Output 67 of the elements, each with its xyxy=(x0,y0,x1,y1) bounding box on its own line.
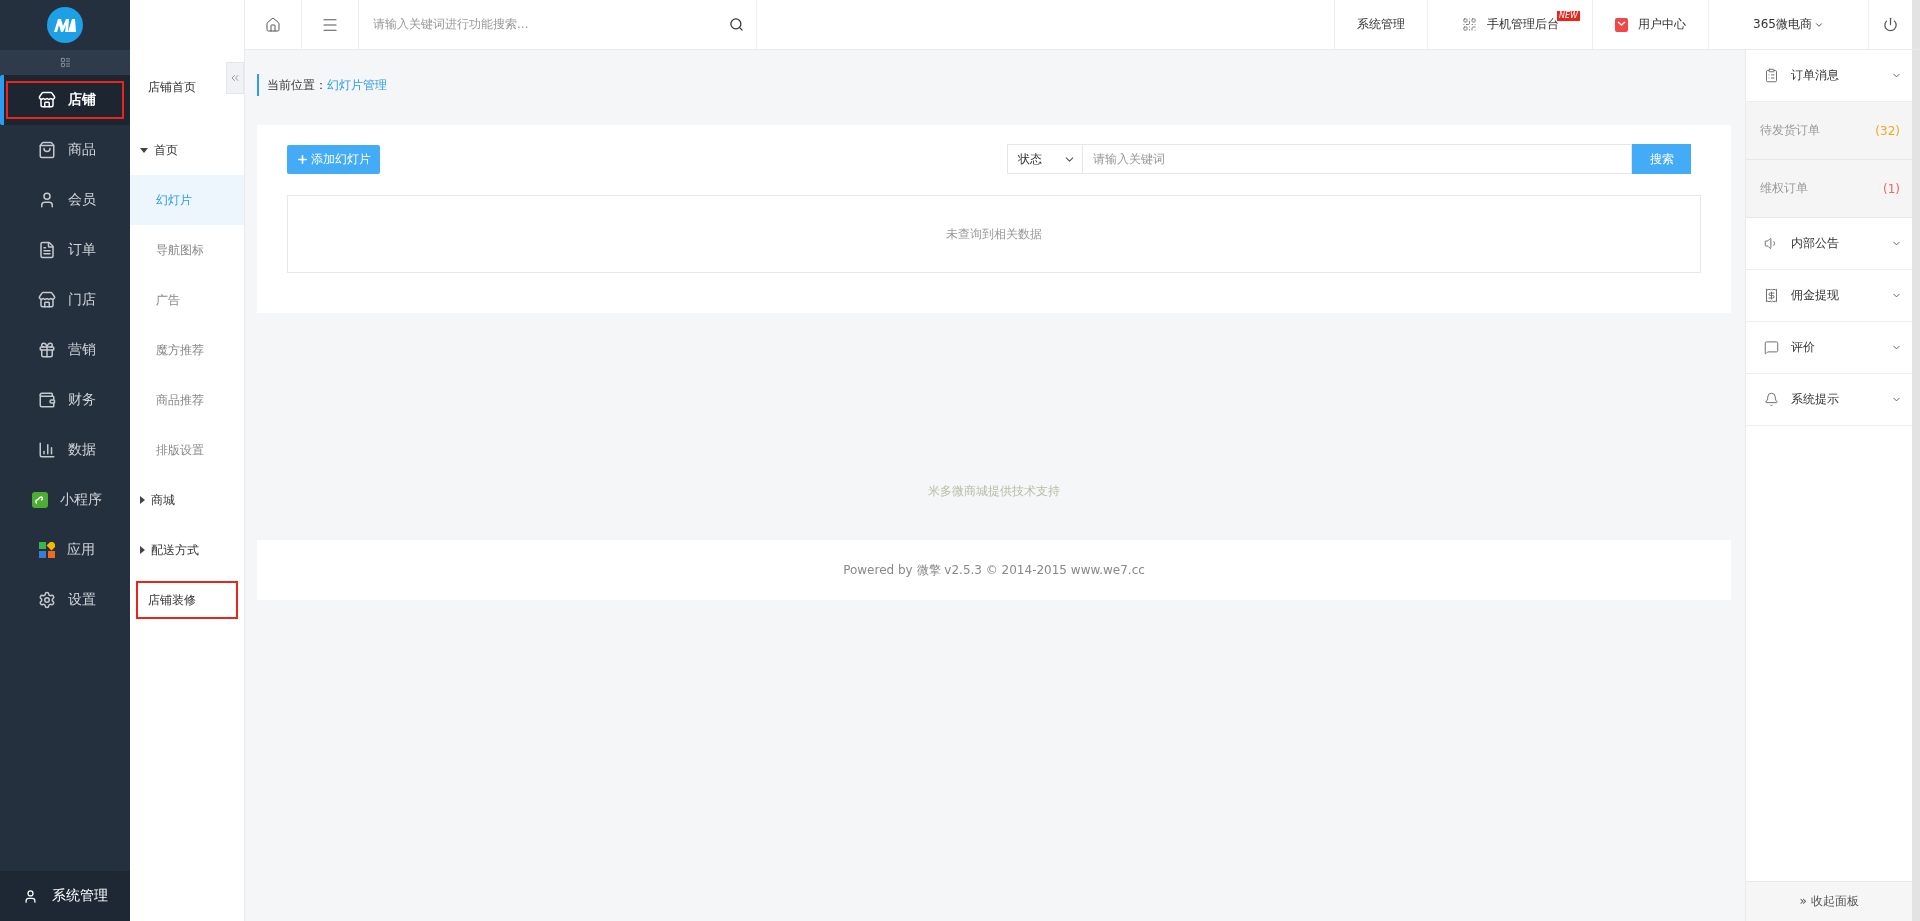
nav-item[interactable]: 设置 xyxy=(0,575,130,625)
bag-icon xyxy=(1615,17,1628,32)
menu-item[interactable]: 排版设置 xyxy=(130,425,244,475)
header-link[interactable]: 系统管理 xyxy=(1334,0,1427,49)
new-badge: NEW xyxy=(1557,11,1580,21)
panel-section[interactable]: 佣金提现 xyxy=(1746,270,1912,322)
keyword-field[interactable]: 请输入关键词 xyxy=(1083,144,1632,174)
home-icon xyxy=(265,16,281,33)
status-select[interactable]: 状态 xyxy=(1007,144,1083,174)
menu-group[interactable]: 首页 xyxy=(130,125,244,175)
header-link[interactable]: 用户中心 xyxy=(1592,0,1708,49)
power-icon xyxy=(1883,17,1898,32)
menu-group[interactable]: 商城 xyxy=(130,475,244,525)
menu-item[interactable]: 广告 xyxy=(130,275,244,325)
logo-icon xyxy=(47,7,83,43)
nav-item[interactable]: 商品 xyxy=(0,125,130,175)
nav-item[interactable]: 营销 xyxy=(0,325,130,375)
nav-item[interactable]: 应用 xyxy=(0,525,130,575)
caret-icon xyxy=(140,496,145,504)
menu-item[interactable]: 魔方推荐 xyxy=(130,325,244,375)
plus-icon xyxy=(296,152,309,166)
menu-group[interactable]: 配送方式 xyxy=(130,525,244,575)
breadcrumb-label: 当前位置： xyxy=(267,76,327,94)
menu-item[interactable]: 导航图标 xyxy=(130,225,244,275)
empty-table: 未查询到相关数据 xyxy=(287,195,1701,273)
tiles-icon xyxy=(39,542,55,558)
qr-code-icon xyxy=(1461,17,1477,32)
store-icon xyxy=(38,91,56,109)
header-link[interactable]: 365微电商 xyxy=(1708,0,1868,49)
subnav-title: 店铺首页 xyxy=(148,79,196,96)
nav-item[interactable]: 门店 xyxy=(0,275,130,325)
caret-icon xyxy=(140,147,148,153)
person-icon xyxy=(38,191,56,209)
nav-item[interactable]: 订单 xyxy=(0,225,130,275)
count-text: (32) xyxy=(1875,123,1900,138)
receipt-icon xyxy=(1764,288,1779,303)
nav-item[interactable]: 会员 xyxy=(0,175,130,225)
footer-text: Powered by 微擎 v2.5.3 © 2014-2015 www.we7.cc xyxy=(257,540,1731,600)
system-admin-item[interactable]: 系统管理 xyxy=(0,871,130,921)
bell-icon xyxy=(1764,392,1779,407)
collapse-icon[interactable] xyxy=(59,57,71,68)
collapse-panel-button[interactable]: » 收起面板 xyxy=(1746,881,1912,921)
menu-item[interactable]: 店铺装修 xyxy=(130,575,244,625)
shopfront-icon xyxy=(38,291,56,309)
collapse-button[interactable] xyxy=(226,61,244,94)
panel-section[interactable]: 评价 xyxy=(1746,322,1912,374)
panel-section[interactable]: 系统提示 xyxy=(1746,374,1912,426)
gift-icon xyxy=(38,341,56,359)
panel-section[interactable]: 内部公告 xyxy=(1746,218,1912,270)
clipboard-icon xyxy=(1764,68,1779,83)
settings-icon xyxy=(38,591,56,609)
count-text: (1) xyxy=(1883,181,1900,196)
nav-item[interactable]: 小程序 xyxy=(0,475,130,525)
menu-item[interactable]: 商品推荐 xyxy=(130,375,244,425)
comment-icon xyxy=(1764,340,1779,355)
money-bag-icon xyxy=(38,391,56,409)
caret-icon xyxy=(140,546,145,554)
mini-program-icon xyxy=(32,492,48,508)
nav-item[interactable]: 财务 xyxy=(0,375,130,425)
bar-chart-icon xyxy=(38,441,56,459)
nav-item[interactable]: 数据 xyxy=(0,425,130,475)
search-icon xyxy=(729,17,744,32)
bag-icon xyxy=(38,141,56,159)
person-icon xyxy=(22,888,38,904)
nav-item[interactable]: 店铺 xyxy=(0,75,130,125)
support-text: 米多微商城提供技术支持 xyxy=(927,483,1061,500)
document-icon xyxy=(38,241,56,259)
